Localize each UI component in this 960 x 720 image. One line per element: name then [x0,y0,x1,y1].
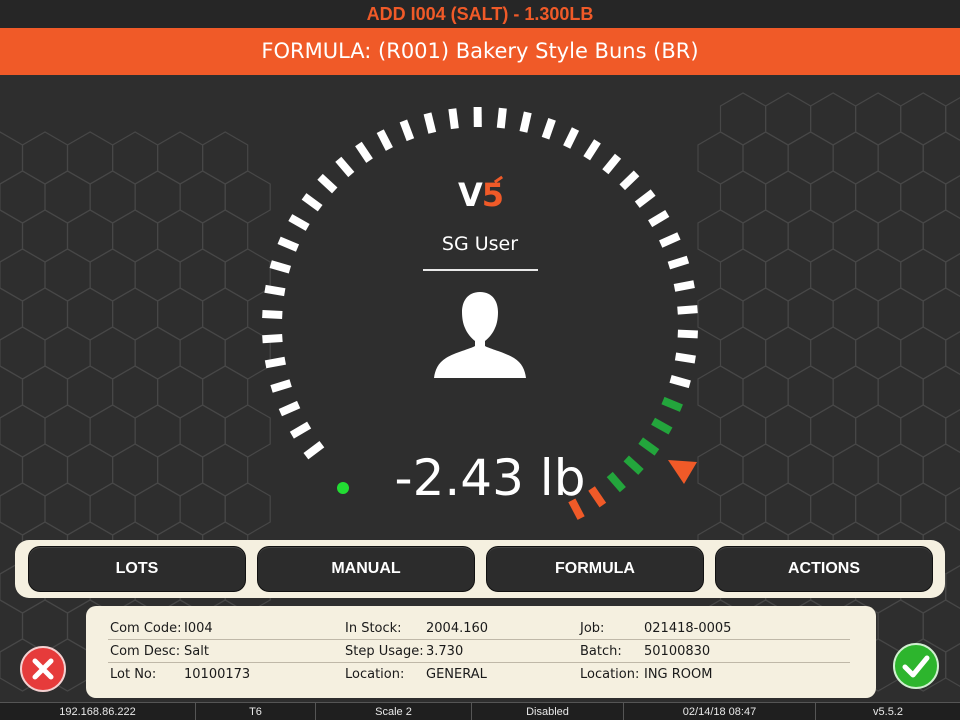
gauge-tick [264,356,286,369]
logo-v: V [458,176,483,214]
status-ip: 192.168.86.222 [0,703,196,720]
lots-button[interactable]: LOTS [28,546,246,592]
row-divider [108,662,850,663]
lot-no-label: Lot No: [110,667,157,682]
actions-button[interactable]: ACTIONS [715,546,933,592]
gauge-tick [583,139,601,161]
gauge-tick [651,417,673,435]
gauge-tick [269,260,292,274]
formula-button[interactable]: FORMULA [486,546,704,592]
formula-title: FORMULA: (R001) Bakery Style Buns (BR) [261,39,699,63]
gauge-tick [376,129,393,151]
tabs-panel: LOTS MANUAL FORMULA ACTIONS [15,540,945,598]
gauge-tick [301,193,323,212]
location2-value: ING ROOM [644,667,713,682]
indicator-dot [337,482,349,494]
batch-label: Batch: [580,644,622,659]
user-name: SG User [441,233,519,255]
gauge-tick [473,106,482,128]
location-value: GENERAL [426,667,487,682]
gauge-tick [496,107,507,129]
gauge-tick [423,112,437,134]
gauge-tick [669,375,691,389]
gauge-tick [674,352,696,364]
gauge-tick [278,400,301,417]
step-usage-label: Step Usage: [345,644,424,659]
gauge-tick [303,440,325,460]
hexagon-decoration [945,643,960,687]
gauge-tick [317,173,338,194]
status-datetime: 02/14/18 08:47 [624,703,816,720]
confirm-button[interactable] [893,643,939,689]
job-label: Job: [580,621,605,636]
gauge-tick [661,396,683,412]
step-usage-value: 3.730 [426,644,464,659]
v5-logo: V5 [458,175,508,214]
hexagon-decoration [21,599,69,653]
lot-no-value: 10100173 [184,667,251,682]
status-version: v5.5.2 [873,706,903,718]
gauge-tick [634,189,656,208]
gauge-tick [602,153,622,175]
gauge-tick [262,309,283,320]
com-code-label: Com Code: [110,621,182,636]
logo-five: 5 [481,176,504,214]
gauge-tick [355,141,373,163]
gauge-tick [606,471,626,493]
cancel-button[interactable] [20,646,66,692]
gauge-tick [623,455,644,475]
row-divider [108,639,850,640]
triangle-marker-icon [668,460,697,484]
in-stock-value: 2004.160 [426,621,489,636]
instruction-text: ADD I004 (SALT) - 1.300LB [366,4,594,24]
gauge-tick [277,236,300,252]
gauge-tick [563,127,580,149]
location2-label: Location: [580,667,640,682]
user-silhouette-icon [434,292,526,378]
gauge-tick [648,210,670,228]
job-value: 021418-0005 [644,621,732,636]
gauge-tick [288,214,310,231]
batch-value: 50100830 [644,644,711,659]
gauge-tick [673,280,695,292]
com-desc-label: Com Desc: [110,644,181,659]
gauge-tick [289,421,312,439]
gauge-tick [667,255,690,270]
gauge-tick [399,119,415,142]
hexagon-decoration [0,599,24,653]
gauge-tick [677,329,698,339]
gauge-tick [677,305,698,315]
com-code-value: I004 [184,621,213,636]
gauge-tick [541,117,556,140]
gauge-tick [638,437,660,456]
gauge-tick [262,333,283,344]
user-divider [423,269,538,271]
gauge-tick [659,232,681,248]
weight-readout: -2.43 lb [394,449,586,507]
gauge-tick [270,379,292,393]
location-label: Location: [345,667,405,682]
check-icon [902,655,930,678]
status-scale: Scale 2 [316,703,472,720]
gauge-tick [619,170,640,191]
formula-bar: FORMULA: (R001) Bakery Style Buns (BR) [0,28,960,75]
gauge-tick [448,108,459,130]
component-info-panel: Com Code: I004 Com Desc: Salt Lot No: 10… [86,606,876,698]
manual-button[interactable]: MANUAL [257,546,475,592]
status-mode: Disabled [472,703,624,720]
gauge-tick [519,111,532,133]
hexagon-decoration [945,565,960,609]
gauge-tick [335,156,355,178]
com-desc-value: Salt [184,644,209,659]
gauge-tick [264,284,286,297]
close-icon [32,658,54,680]
instruction-bar: ADD I004 (SALT) - 1.300LB [0,0,960,28]
status-terminal: T6 [196,703,316,720]
in-stock-label: In Stock: [345,621,402,636]
status-bar: 192.168.86.222 T6 Scale 2 Disabled 02/14… [0,702,960,720]
